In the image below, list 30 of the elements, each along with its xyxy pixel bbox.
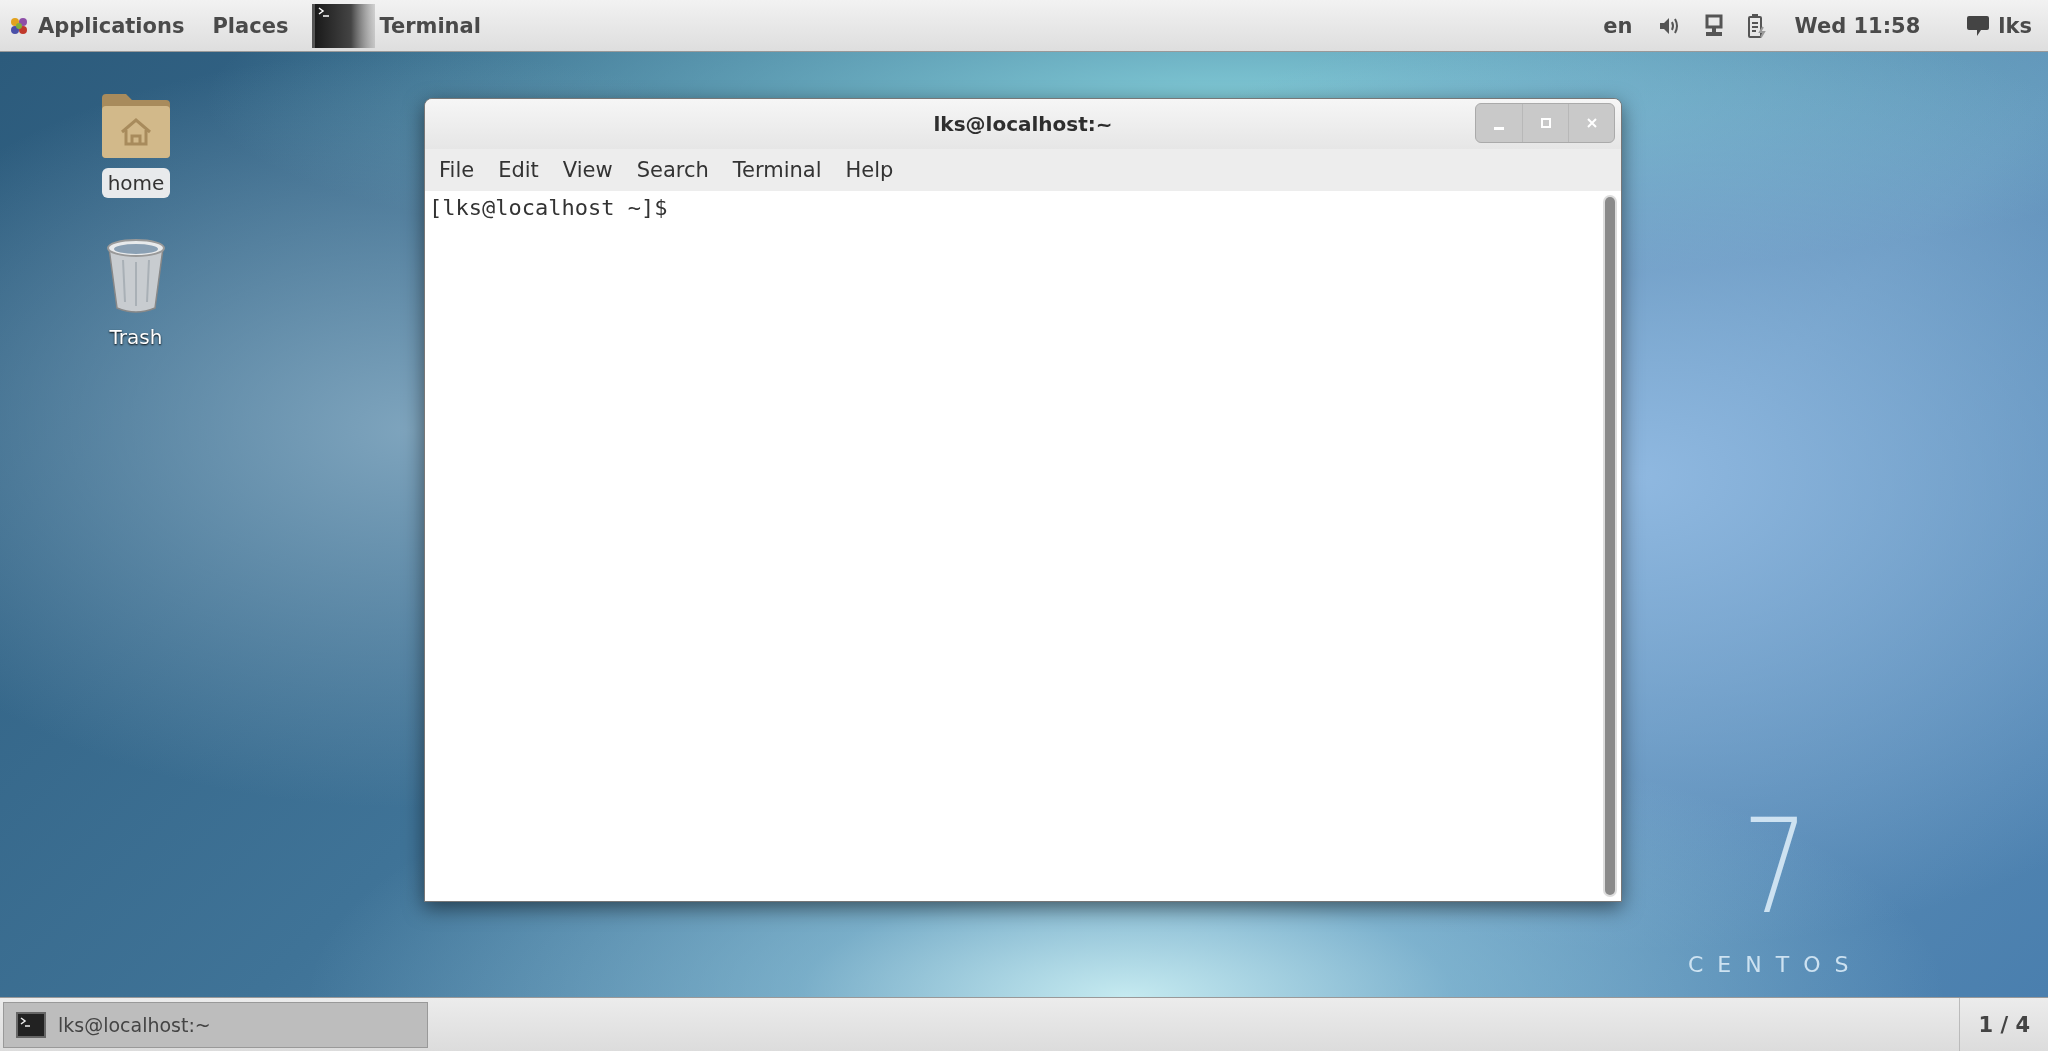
shell-prompt: [lks@localhost ~]$ (429, 195, 668, 220)
menu-item[interactable]: View (550, 149, 625, 191)
terminal-area[interactable]: [lks@localhost ~]$ (425, 191, 1621, 901)
taskbar-item[interactable]: lks@localhost:~ (3, 1001, 428, 1048)
menu-item[interactable]: Help (833, 149, 906, 191)
terminal-icon (16, 1011, 46, 1038)
keyboard-language[interactable]: en (1599, 13, 1637, 38)
workspace-indicator[interactable]: 1 / 4 (1959, 997, 2048, 1051)
menu-item[interactable]: Search (624, 149, 721, 191)
menu-item[interactable]: File (427, 149, 487, 191)
places-menu[interactable]: Places (198, 0, 303, 51)
network-icon[interactable] (1704, 13, 1725, 38)
user-menu[interactable]: lks (1946, 0, 2032, 51)
wallpaper-logo-number: 7 (1742, 802, 1809, 932)
app-menu[interactable]: Terminal (315, 3, 481, 48)
maximize-icon (1539, 117, 1552, 129)
close-icon (1585, 117, 1598, 129)
desktop-icon-label[interactable]: Trash (103, 322, 169, 352)
window-title: lks@localhost:~ (933, 112, 1113, 136)
scrollbar[interactable] (1603, 195, 1617, 897)
wallpaper-logo-text: CENTOS (1688, 952, 1863, 977)
menu-item[interactable]: Edit (486, 149, 551, 191)
clock[interactable]: Wed 11:58 (1790, 13, 1925, 38)
applications-menu[interactable]: Applications (0, 0, 199, 51)
menu-item[interactable]: Terminal (720, 149, 834, 191)
minimize-icon (1494, 126, 1504, 130)
desktop-icon-label[interactable]: home (101, 168, 171, 198)
trash-can-icon[interactable] (105, 238, 167, 314)
terminal-thumbnail-icon (315, 3, 376, 48)
speech-bubble-icon (1966, 13, 1991, 38)
